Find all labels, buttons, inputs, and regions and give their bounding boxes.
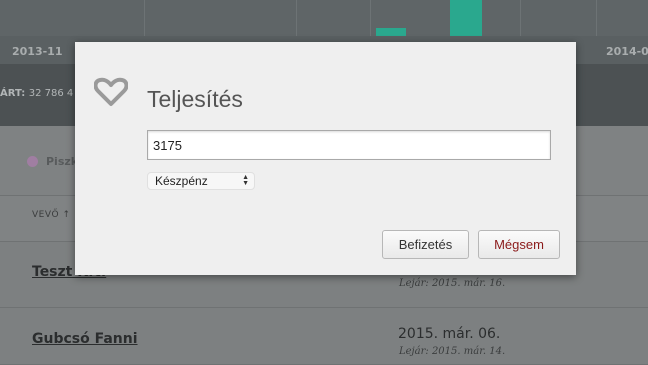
month-label: 2013-11	[12, 45, 63, 58]
invoice-date: 2015. már. 06.	[398, 326, 501, 342]
due-date: Lejár: 2015. már. 16.	[399, 278, 506, 289]
filter-color-dot	[27, 156, 38, 167]
chart-strip	[0, 0, 648, 36]
dialog-title: Teljesítés	[147, 86, 243, 112]
amount-input[interactable]	[147, 130, 551, 160]
select-arrows-icon: ▲ ▼	[242, 174, 249, 187]
pay-button[interactable]: Befizetés	[382, 230, 469, 259]
month-label: 2014-07	[606, 45, 648, 58]
summary-value: 32 786 4	[28, 88, 74, 99]
chart-gridline	[144, 0, 145, 36]
chart-gridline	[296, 0, 297, 36]
chart-gridline	[520, 0, 521, 36]
heart-icon	[94, 77, 128, 106]
summary-text: ÁRT: 32 786 4	[0, 88, 73, 99]
filter-label[interactable]: Piszk	[46, 155, 78, 168]
customer-link[interactable]: Gubcsó Fanni	[32, 331, 138, 347]
summary-label: ÁRT:	[0, 88, 26, 99]
due-date: Lejár: 2015. már. 14.	[399, 346, 506, 357]
payment-dialog: Teljesítés Készpénz ▲▼ Befizetés Mégsem	[75, 42, 576, 275]
cancel-button[interactable]: Mégsem	[478, 230, 560, 259]
payment-method-value: Készpénz	[155, 174, 208, 188]
chart-gridline	[370, 0, 371, 36]
chart-bar	[376, 28, 406, 36]
payment-method-select[interactable]: Készpénz ▲ ▼	[147, 172, 255, 190]
chart-bar	[450, 0, 482, 36]
chart-gridline	[596, 0, 597, 36]
table-row: Gubcsó Fanni 2015. már. 06. Lejár: 2015.…	[0, 308, 648, 365]
column-header-customer[interactable]: VEVŐ ↑	[32, 210, 71, 220]
